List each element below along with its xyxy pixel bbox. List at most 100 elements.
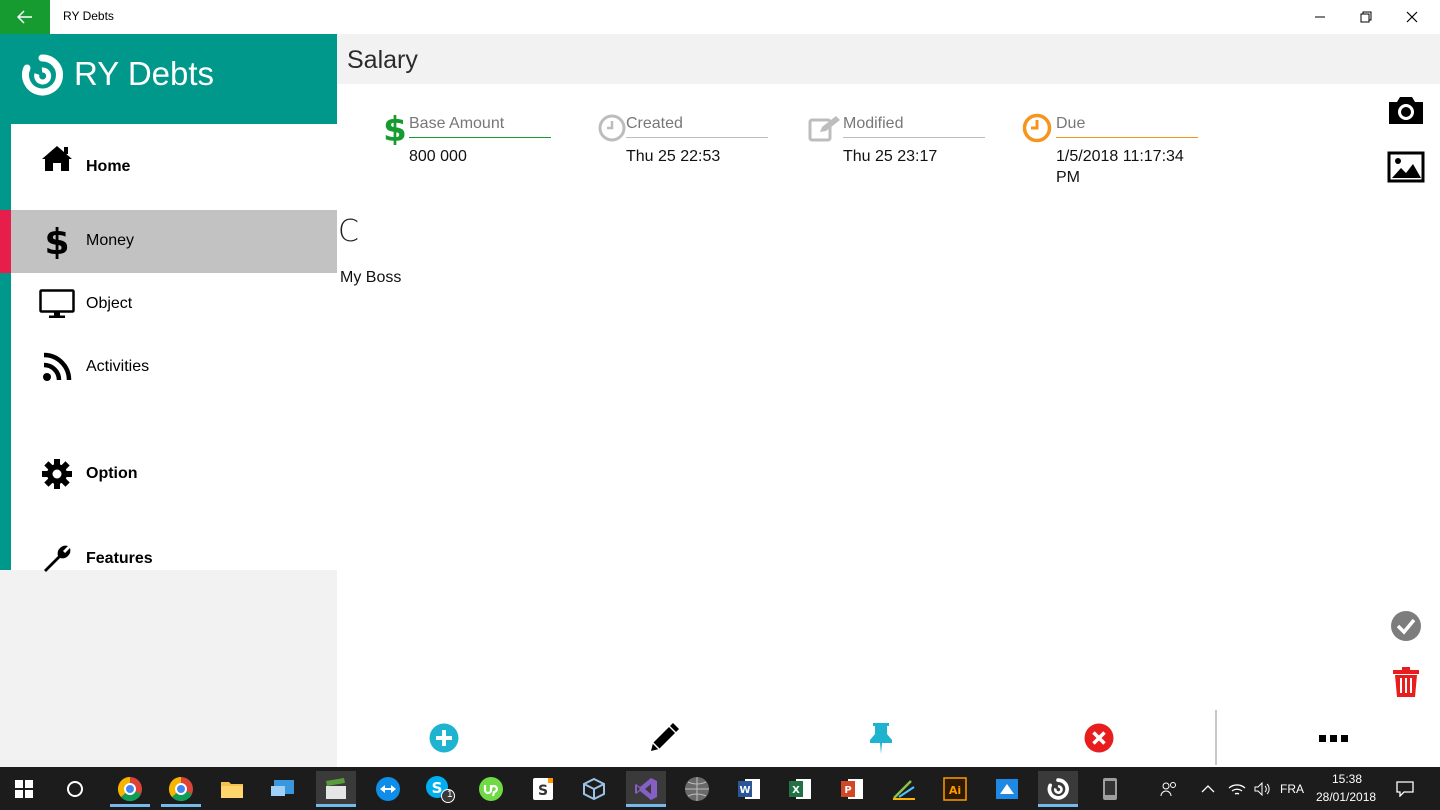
search-button[interactable] (55, 771, 95, 807)
field-value: 1/5/2018 11:17:34 PM (1056, 148, 1184, 186)
volume-button[interactable] (1250, 771, 1276, 807)
svg-text:P: P (844, 785, 851, 796)
taskbar-upwork[interactable] (471, 771, 511, 807)
svg-text:S: S (432, 779, 443, 797)
sidebar-item-activities[interactable]: Activities (11, 336, 337, 399)
sidebar: RY Debts Home $ Money Object Activities (0, 34, 337, 767)
camera-button[interactable] (1385, 92, 1427, 128)
clock-icon (1021, 112, 1053, 144)
more-options-button[interactable] (1314, 722, 1354, 754)
sidebar-item-label: Object (86, 295, 133, 312)
network-button[interactable] (1224, 771, 1250, 807)
back-button[interactable] (0, 0, 50, 34)
start-button[interactable] (4, 771, 44, 807)
powerpoint-icon: P (841, 779, 863, 799)
visual-studio-icon (635, 778, 657, 800)
trash-icon (1393, 667, 1419, 697)
edit-button[interactable] (644, 722, 684, 754)
main-content: Salary $ Base Amount 800 000 Created Thu… (337, 34, 1440, 767)
taskbar-chrome-1[interactable] (110, 771, 150, 807)
taskbar-excel[interactable]: X (780, 771, 820, 807)
home-icon (39, 140, 75, 176)
running-indicator (110, 804, 150, 807)
taskbar-globe-app[interactable] (677, 771, 717, 807)
taskbar-illustrator[interactable]: Ai (935, 771, 975, 807)
close-icon (1406, 11, 1418, 23)
running-indicator (161, 804, 201, 807)
taskbar-video-editor[interactable] (316, 771, 356, 807)
sidebar-item-object[interactable]: Object (11, 273, 337, 336)
upwork-icon (479, 777, 503, 801)
notification-icon (1396, 781, 1414, 797)
chrome-icon (117, 776, 142, 802)
brand-header: RY Debts (0, 34, 337, 124)
minimize-icon (1315, 16, 1325, 18)
pin-button[interactable] (861, 722, 901, 754)
taskbar-chrome-2[interactable] (161, 771, 201, 807)
windows-icon (15, 780, 33, 798)
taskbar-ry-debts[interactable] (1038, 771, 1078, 807)
title-bar: RY Debts (0, 0, 1440, 34)
taskbar-remote-desktop[interactable] (263, 771, 303, 807)
command-bar-separator (1215, 710, 1217, 765)
pencil-icon (651, 723, 679, 751)
folder-icon (221, 782, 243, 798)
chrome-icon (168, 776, 193, 802)
action-center-button[interactable] (1388, 771, 1422, 807)
store-app-icon (996, 779, 1018, 799)
restore-button[interactable] (1343, 0, 1389, 34)
pin-icon (870, 723, 892, 754)
taskbar-drawing-app[interactable] (884, 771, 924, 807)
minimize-button[interactable] (1297, 0, 1343, 34)
mark-done-button[interactable] (1389, 609, 1423, 643)
taskbar-virtualbox[interactable] (574, 771, 614, 807)
sidebar-item-features[interactable]: Features (11, 528, 337, 591)
close-window-button[interactable] (1389, 0, 1435, 34)
chevron-up-icon (1201, 785, 1215, 793)
sidebar-item-label: Features (86, 550, 153, 567)
running-indicator (1038, 804, 1078, 807)
app-logo-icon (1047, 778, 1069, 800)
plus-circle-icon (429, 723, 459, 753)
taskbar-store-app[interactable] (987, 771, 1027, 807)
sidebar-item-label: Option (86, 465, 138, 482)
taskbar-word[interactable]: W (729, 771, 769, 807)
taskbar-powerpoint[interactable]: P (832, 771, 872, 807)
people-button[interactable] (1152, 771, 1186, 807)
edit-icon (807, 112, 843, 144)
window-title: RY Debts (63, 9, 114, 23)
taskbar-visual-studio[interactable] (626, 771, 666, 807)
nav-accent-strip (0, 124, 11, 570)
wifi-icon (1228, 784, 1246, 795)
svg-text:X: X (792, 785, 800, 796)
pen-tablet-icon (893, 780, 915, 800)
add-button[interactable] (424, 722, 464, 754)
sublime-icon: S (533, 778, 553, 800)
taskbar-sublime[interactable]: S (523, 771, 563, 807)
show-hidden-icons-button[interactable] (1194, 771, 1222, 807)
clock-time[interactable]: 15:38 (1332, 772, 1362, 786)
illustrator-icon: Ai (943, 777, 967, 801)
taskbar-teamviewer[interactable] (368, 771, 408, 807)
rss-icon (39, 349, 75, 385)
globe-icon (685, 777, 709, 801)
gallery-button[interactable] (1385, 149, 1427, 185)
clock-date[interactable]: 28/01/2018 (1316, 790, 1376, 804)
arrow-left-icon (17, 10, 32, 24)
taskbar-phone-emulator[interactable] (1090, 771, 1130, 807)
dollar-icon: $ (39, 223, 75, 259)
people-icon (1160, 782, 1176, 797)
sidebar-item-home[interactable]: Home (11, 124, 337, 210)
running-indicator (626, 804, 666, 807)
taskbar-skype[interactable]: S 1 (420, 771, 460, 807)
svg-text:S: S (538, 783, 548, 799)
sidebar-item-option[interactable]: Option (11, 443, 337, 506)
delete-button[interactable] (1389, 664, 1423, 700)
virtualbox-icon (583, 777, 605, 801)
clapper-icon (326, 778, 346, 799)
sidebar-item-money[interactable]: $ Money (11, 210, 337, 273)
cancel-button[interactable] (1079, 722, 1119, 754)
taskbar-file-explorer[interactable] (212, 771, 252, 807)
input-language[interactable]: FRA (1280, 782, 1304, 796)
svg-text:$: $ (384, 111, 406, 145)
